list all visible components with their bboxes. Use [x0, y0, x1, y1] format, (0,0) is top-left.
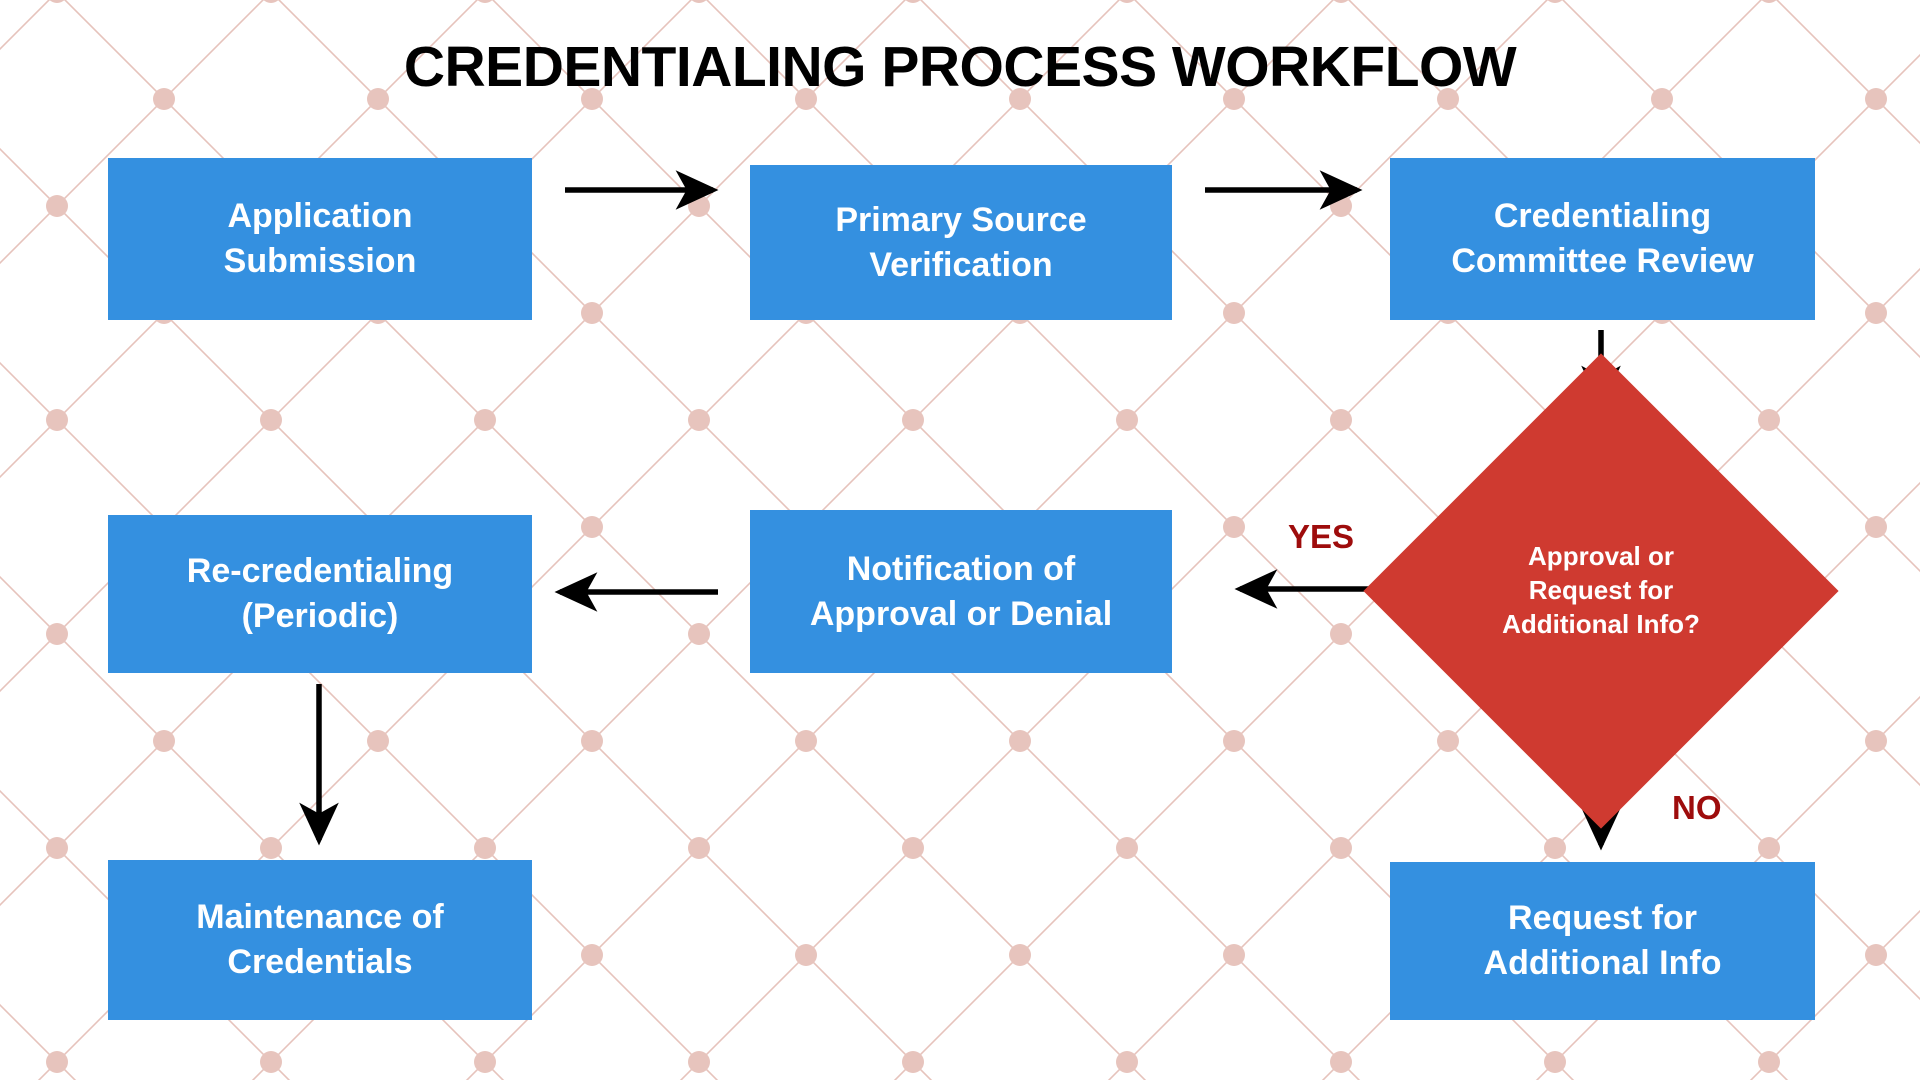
branch-label-yes: YES: [1288, 518, 1355, 555]
node-re-credentialing[interactable]: Re-credentialing (Periodic): [108, 515, 532, 673]
node-label: Application Submission: [223, 197, 417, 280]
node-primary-source-verification[interactable]: Primary Source Verification: [750, 165, 1172, 320]
node-request-additional-info[interactable]: Request for Additional Info: [1390, 862, 1815, 1020]
flowchart-canvas: CREDENTIALING PROCESS WORKFLOW Applicati…: [0, 0, 1920, 1080]
node-label: Approval or Request for Additional Info?: [1502, 541, 1700, 639]
node-label: Maintenance of Credentials: [196, 898, 444, 981]
node-label: Primary Source Verification: [835, 200, 1087, 284]
node-credentialing-committee-review[interactable]: Credentialing Committee Review: [1390, 158, 1815, 320]
page-title: CREDENTIALING PROCESS WORKFLOW: [403, 35, 1517, 99]
node-approval-decision[interactable]: Approval or Request for Additional Info?: [1363, 353, 1839, 829]
node-notification-approval-denial[interactable]: Notification of Approval or Denial: [750, 510, 1172, 673]
node-application-submission[interactable]: Application Submission: [108, 158, 532, 320]
node-label: Credentialing Committee Review: [1451, 197, 1754, 280]
node-label: Notification of Approval or Denial: [809, 549, 1113, 633]
node-label: Request for Additional Info: [1483, 899, 1722, 982]
branch-label-no: NO: [1672, 789, 1722, 826]
node-maintenance-of-credentials[interactable]: Maintenance of Credentials: [108, 860, 532, 1020]
node-label: Re-credentialing (Periodic): [186, 552, 454, 635]
